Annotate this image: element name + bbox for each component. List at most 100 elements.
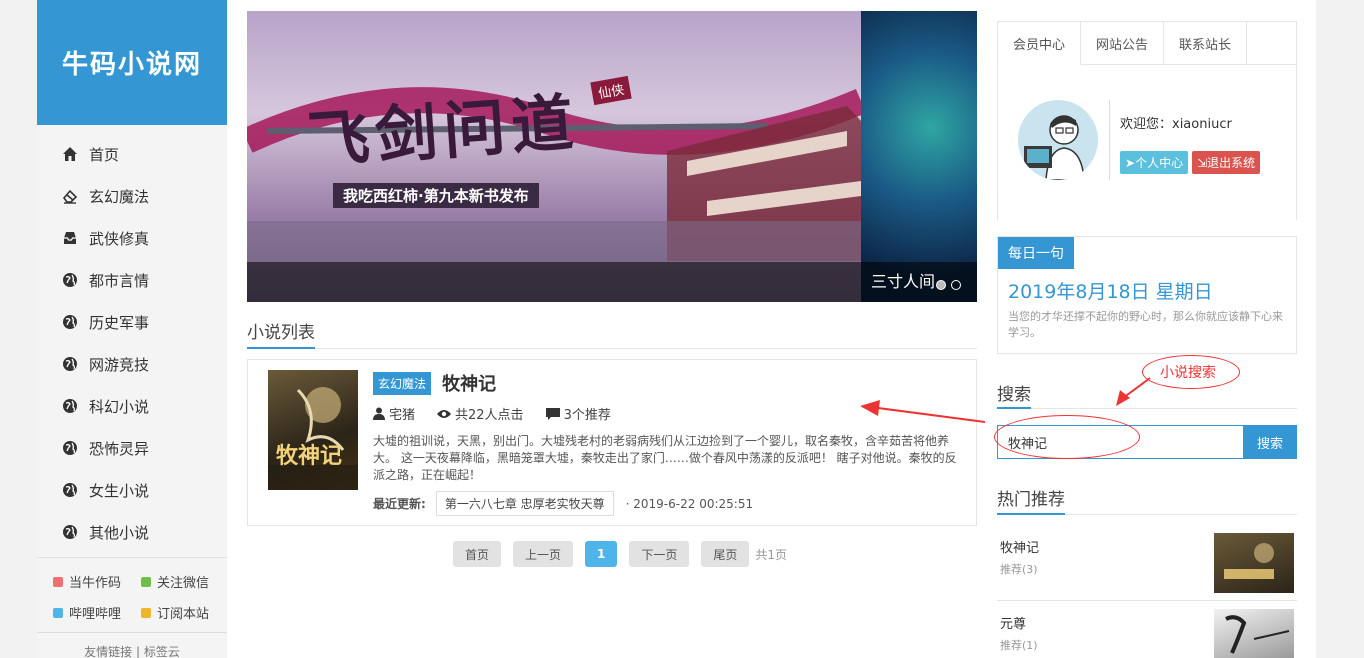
link-label: 订阅本站 bbox=[157, 607, 210, 622]
hot-item[interactable]: 牧神记 推荐(3) bbox=[997, 533, 1297, 603]
nav-label: 武侠修真 bbox=[89, 229, 150, 248]
nav-label: 其他小说 bbox=[89, 523, 150, 542]
hot-header: 热门推荐 bbox=[997, 485, 1297, 515]
nav-item-xuanhuan[interactable]: 玄幻魔法 bbox=[37, 175, 227, 217]
novel-description: 大墟的祖训说，天黑，别出门。大墟残老村的老弱病残们从江边捡到了一个婴儿，取名秦牧… bbox=[373, 434, 957, 482]
link-wechat[interactable]: 关注微信 bbox=[141, 572, 229, 591]
daily-quote-panel: 每日一句 2019年8月18日 星期日 当您的才华还撑不起你的野心时，那么你就应… bbox=[997, 236, 1297, 354]
user-icon bbox=[373, 407, 385, 420]
send-icon: ➤ bbox=[1125, 156, 1136, 170]
hot-item-cover[interactable] bbox=[1214, 609, 1294, 658]
search-title: 搜索 bbox=[997, 380, 1031, 409]
personal-center-button[interactable]: ➤个人中心 bbox=[1120, 151, 1189, 174]
page-next-button[interactable]: 下一页 bbox=[629, 541, 690, 567]
globe-icon bbox=[61, 481, 79, 499]
member-tabs: 会员中心 网站公告 联系站长 bbox=[998, 22, 1296, 65]
member-actions: ➤个人中心 ⇲退出系统 bbox=[1120, 151, 1261, 174]
banner-title: 飞剑问道 bbox=[305, 85, 582, 178]
hot-divider bbox=[997, 600, 1297, 601]
nav-item-lishi[interactable]: 历史军事 bbox=[37, 301, 227, 343]
nav-item-qita[interactable]: 其他小说 bbox=[37, 511, 227, 553]
globe-icon bbox=[61, 271, 79, 289]
hot-item-name[interactable]: 元尊 bbox=[1000, 613, 1026, 632]
avatar[interactable] bbox=[1018, 100, 1098, 180]
tab-contact[interactable]: 联系站长 bbox=[1164, 22, 1248, 64]
globe-icon bbox=[61, 313, 79, 331]
link-dangniuzuoma[interactable]: 当牛作码 bbox=[53, 572, 141, 591]
green-square-icon bbox=[141, 576, 151, 587]
nav-item-dushi[interactable]: 都市言情 bbox=[37, 259, 227, 301]
carousel-dot-2[interactable] bbox=[951, 280, 961, 290]
novel-list-title: 小说列表 bbox=[247, 318, 315, 349]
pagination: 首页 上一页 1 下一页 尾页 共1页 bbox=[453, 541, 787, 567]
search-button[interactable]: 搜索 bbox=[1243, 425, 1297, 459]
nav-item-kongbu[interactable]: 恐怖灵异 bbox=[37, 427, 227, 469]
page-right-margin bbox=[1316, 0, 1364, 658]
member-panel: 会员中心 网站公告 联系站长 欢迎您：xiaoniucr ➤个人中心 ⇲退出系统 bbox=[997, 21, 1297, 220]
nav-label: 历史军事 bbox=[89, 313, 150, 332]
comment-icon bbox=[545, 407, 560, 420]
hot-item[interactable]: 元尊 推荐(1) bbox=[997, 609, 1297, 658]
link-label: 关注微信 bbox=[157, 576, 210, 591]
category-nav: 首页 玄幻魔法 武侠修真 都市言情 历史军事 网游竞技 科幻小说 恐怖灵异 女生… bbox=[37, 125, 227, 553]
novel-title-link[interactable]: 牧神记 bbox=[442, 370, 496, 396]
logout-button[interactable]: ⇲退出系统 bbox=[1192, 151, 1261, 174]
search-header: 搜索 bbox=[997, 380, 1297, 409]
avatar-divider bbox=[1109, 100, 1110, 180]
red-square-icon bbox=[53, 576, 63, 587]
nav-item-wuxia[interactable]: 武侠修真 bbox=[37, 217, 227, 259]
personal-center-label: 个人中心 bbox=[1135, 156, 1184, 170]
logout-label: 退出系统 bbox=[1207, 156, 1256, 170]
hot-item-name[interactable]: 牧神记 bbox=[1000, 537, 1039, 556]
nav-item-kehuan[interactable]: 科幻小说 bbox=[37, 385, 227, 427]
recommend-count: 3个推荐 bbox=[545, 404, 611, 423]
latest-update: 最近更新: 第一六八七章 忠厚老实牧天尊 · 2019-6-22 00:25:5… bbox=[373, 491, 968, 516]
inbox-icon bbox=[61, 229, 79, 247]
nav-label: 恐怖灵异 bbox=[89, 439, 150, 458]
latest-label: 最近更新: bbox=[373, 497, 426, 511]
globe-icon bbox=[61, 355, 79, 373]
eraser-icon bbox=[61, 187, 79, 205]
avatar-illustration bbox=[1024, 115, 1085, 180]
welcome-text: 欢迎您：xiaoniucr bbox=[1120, 117, 1232, 132]
banner-caption[interactable]: 三寸人间 bbox=[871, 268, 935, 292]
nav-label: 女生小说 bbox=[89, 481, 150, 500]
link-subscribe[interactable]: 订阅本站 bbox=[141, 603, 229, 622]
page-first-button[interactable]: 首页 bbox=[453, 541, 502, 567]
sidebar: 牛码小说网 首页 玄幻魔法 武侠修真 都市言情 历史军事 网游竞技 科幻小说 恐… bbox=[37, 0, 227, 658]
latest-chapter-link[interactable]: 第一六八七章 忠厚老实牧天尊 bbox=[435, 491, 614, 516]
hot-cover-art bbox=[1224, 543, 1274, 579]
globe-icon bbox=[61, 523, 79, 541]
annotation-ellipse-input bbox=[994, 415, 1140, 459]
nav-label: 玄幻魔法 bbox=[89, 187, 150, 206]
link-bilibili[interactable]: 哔哩哔哩 bbox=[53, 603, 141, 622]
page-total: 共1页 bbox=[755, 547, 788, 562]
page-last-button[interactable]: 尾页 bbox=[701, 541, 750, 567]
banner-slide-next[interactable] bbox=[861, 11, 977, 302]
hot-item-cover[interactable] bbox=[1214, 533, 1294, 593]
page-prev-button[interactable]: 上一页 bbox=[513, 541, 574, 567]
nav-item-wangyou[interactable]: 网游竞技 bbox=[37, 343, 227, 385]
nav-item-home[interactable]: 首页 bbox=[37, 133, 227, 175]
tab-member-center[interactable]: 会员中心 bbox=[998, 22, 1082, 65]
site-logo[interactable]: 牛码小说网 bbox=[37, 0, 227, 125]
page-current-button[interactable]: 1 bbox=[585, 541, 618, 567]
banner-carousel[interactable]: 飞剑问道 仙侠 我吃西红柿·第九本新书发布 三寸人间 bbox=[247, 11, 977, 302]
sidebar-footer[interactable]: 友情链接 | 标签云 bbox=[37, 632, 227, 658]
nav-label: 都市言情 bbox=[89, 271, 150, 290]
nav-label: 网游竞技 bbox=[89, 355, 150, 374]
tab-announcement[interactable]: 网站公告 bbox=[1081, 22, 1165, 64]
novel-meta: 宅猪 共22人点击 3个推荐 bbox=[373, 404, 968, 423]
annotation-label: 小说搜索 bbox=[1160, 365, 1216, 381]
novel-cover[interactable]: 牧神记 bbox=[268, 370, 358, 490]
banner-slide-main[interactable]: 飞剑问道 仙侠 我吃西红柿·第九本新书发布 bbox=[247, 11, 861, 302]
blue-square-icon bbox=[53, 607, 63, 618]
hot-item-recommend: 推荐(3) bbox=[1000, 563, 1038, 576]
nav-label: 首页 bbox=[89, 145, 120, 164]
link-label: 哔哩哔哩 bbox=[69, 607, 122, 622]
category-badge[interactable]: 玄幻魔法 bbox=[373, 371, 432, 395]
nav-item-nvsheng[interactable]: 女生小说 bbox=[37, 469, 227, 511]
link-label: 当牛作码 bbox=[69, 576, 122, 591]
daily-tag: 每日一句 bbox=[998, 237, 1074, 269]
carousel-dot-1[interactable] bbox=[936, 280, 946, 290]
